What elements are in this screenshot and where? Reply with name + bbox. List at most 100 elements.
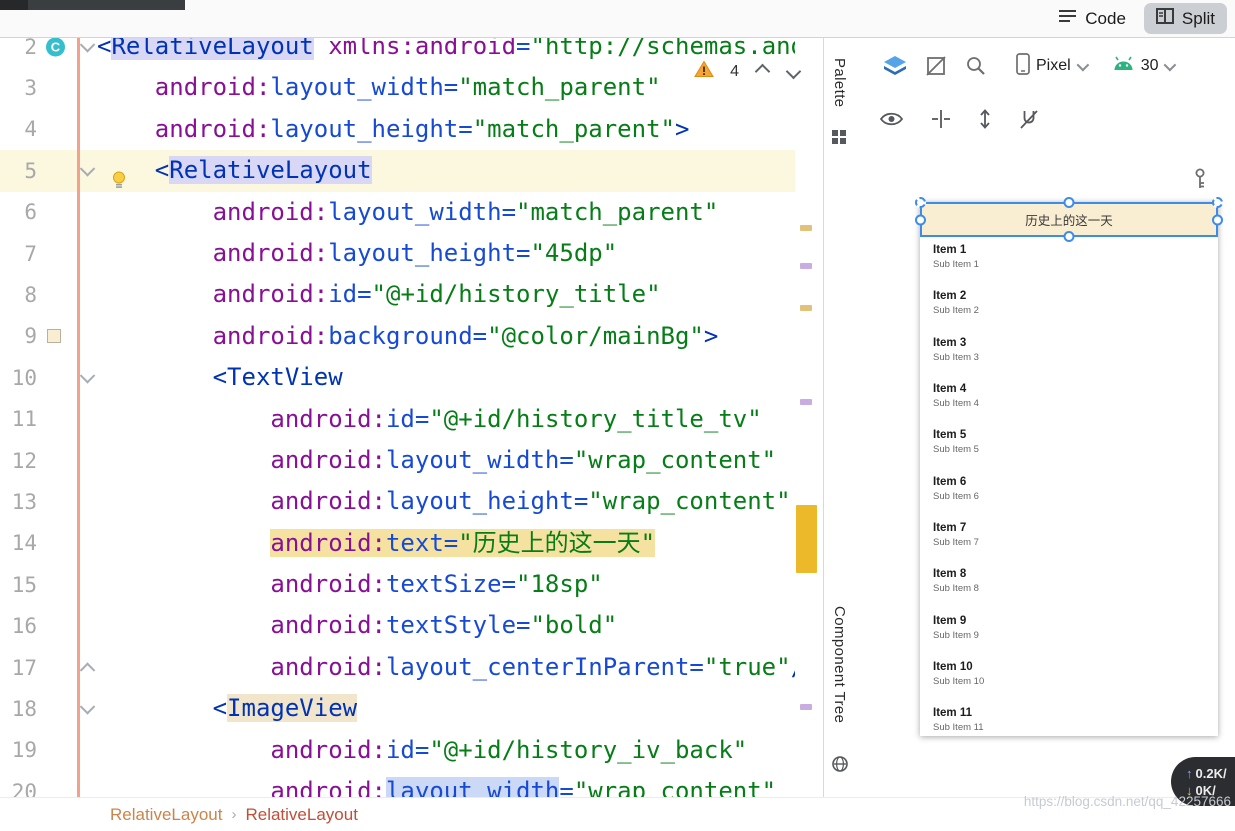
list-item[interactable]: Item 4 Sub Item 4 bbox=[920, 376, 1218, 422]
code-line[interactable]: 14 android:text="历史上的这一天" bbox=[0, 523, 795, 564]
code-token: layout_centerInParent= bbox=[385, 652, 704, 681]
code-line[interactable]: 10 <TextView bbox=[0, 357, 795, 398]
selection-handle[interactable] bbox=[915, 197, 926, 208]
line-number: 17 bbox=[11, 655, 37, 680]
editor-scrollbar[interactable] bbox=[795, 38, 823, 797]
code-token: "@+id/history_iv_back" bbox=[429, 735, 748, 764]
intention-bulb-icon[interactable] bbox=[111, 161, 127, 188]
list-item[interactable]: Item 11 Sub Item 11 bbox=[920, 700, 1218, 736]
line-number: 3 bbox=[24, 76, 37, 101]
window-tab[interactable] bbox=[28, 0, 185, 10]
code-line[interactable]: 17 android:layout_centerInParent="true"/… bbox=[0, 647, 795, 688]
list-item-title: Item 10 bbox=[933, 661, 973, 674]
list-item[interactable]: Item 10 Sub Item 10 bbox=[920, 654, 1218, 700]
height-mode-button[interactable] bbox=[975, 105, 995, 133]
breadcrumb-item[interactable]: RelativeLayout bbox=[110, 805, 222, 825]
code-line[interactable]: 4 android:layout_height="match_parent"> bbox=[0, 109, 795, 150]
code-line[interactable]: 18 <ImageView bbox=[0, 688, 795, 729]
code-token: textSize= bbox=[385, 570, 517, 599]
selection-handle[interactable] bbox=[1063, 231, 1075, 242]
next-issue-button[interactable] bbox=[785, 63, 802, 80]
list-item[interactable]: Item 1 Sub Item 1 bbox=[920, 237, 1218, 283]
device-selector[interactable]: Pixel bbox=[1016, 52, 1089, 80]
line-number: 9 bbox=[24, 324, 37, 349]
code-token: RelativeLayout bbox=[169, 156, 372, 185]
code-token: android: bbox=[270, 528, 386, 557]
align-button[interactable] bbox=[927, 105, 955, 133]
prev-issue-button[interactable] bbox=[754, 63, 771, 80]
list-item-subtitle: Sub Item 9 bbox=[933, 629, 979, 641]
code-token: android: bbox=[270, 611, 386, 640]
code-token: layout_width bbox=[385, 777, 560, 797]
gutter-cell bbox=[37, 357, 97, 398]
code-line[interactable]: 5 <RelativeLayout bbox=[0, 150, 795, 192]
code-line[interactable]: 3 android:layout_width="match_parent" bbox=[0, 67, 795, 108]
list-item-title: Item 2 bbox=[933, 290, 967, 303]
color-preview-swatch[interactable] bbox=[47, 329, 61, 344]
fold-toggle-icon[interactable] bbox=[79, 367, 96, 384]
api-level-selector[interactable]: 30 bbox=[1112, 56, 1177, 76]
component-tree-tab[interactable]: Component Tree bbox=[831, 606, 848, 723]
warning-count: 4 bbox=[730, 62, 739, 80]
code-line[interactable]: 15 android:textSize="18sp" bbox=[0, 564, 795, 605]
gutter-cell bbox=[37, 523, 97, 564]
zoom-button[interactable] bbox=[962, 52, 990, 80]
scrollbar-mark bbox=[800, 305, 812, 311]
scrollbar-mark bbox=[800, 225, 812, 231]
list-item[interactable]: Item 3 Sub Item 3 bbox=[920, 330, 1218, 376]
code-line[interactable]: 11 android:id="@+id/history_title_tv" bbox=[0, 399, 795, 440]
code-line[interactable]: 16 android:textStyle="bold" bbox=[0, 605, 795, 646]
gutter-cell bbox=[37, 274, 97, 315]
fold-toggle-icon[interactable] bbox=[79, 38, 96, 53]
selection-handle[interactable] bbox=[1212, 197, 1223, 208]
split-view-button[interactable]: Split bbox=[1143, 3, 1227, 34]
editor-pane[interactable]: 2 C <RelativeLayout xmlns:android="http://… bbox=[0, 38, 823, 797]
list-item[interactable]: Item 9 Sub Item 9 bbox=[920, 608, 1218, 654]
component-tree-icon[interactable] bbox=[832, 756, 848, 777]
code-token: "@+id/history_title_tv" bbox=[429, 404, 762, 433]
list-item[interactable]: Item 7 Sub Item 7 bbox=[920, 515, 1218, 561]
key-icon[interactable] bbox=[1193, 168, 1207, 194]
code-text: android:textSize="18sp" bbox=[97, 564, 602, 605]
list-item[interactable]: Item 8 Sub Item 8 bbox=[920, 561, 1218, 607]
palette-tab[interactable]: Palette bbox=[831, 58, 848, 108]
fold-toggle-icon[interactable] bbox=[79, 661, 96, 678]
code-line[interactable]: 7 android:layout_height="45dp" bbox=[0, 233, 795, 274]
selection-handle[interactable] bbox=[1063, 197, 1075, 208]
palette-icon[interactable] bbox=[832, 130, 847, 150]
selection-handle[interactable] bbox=[915, 214, 926, 225]
code-text: android:layout_height="45dp" bbox=[97, 233, 618, 274]
preview-titlebar[interactable]: 历史上的这一天 bbox=[915, 197, 1223, 242]
fold-toggle-icon[interactable] bbox=[79, 698, 96, 715]
code-line[interactable]: 6 android:layout_width="match_parent" bbox=[0, 192, 795, 233]
list-item[interactable]: Item 2 Sub Item 2 bbox=[920, 283, 1218, 329]
code-line[interactable]: 12 android:layout_width="wrap_content" bbox=[0, 440, 795, 481]
chevron-down-icon bbox=[1076, 58, 1089, 71]
selection-handle[interactable] bbox=[1212, 214, 1223, 225]
breadcrumb-item[interactable]: RelativeLayout bbox=[245, 805, 357, 825]
fold-toggle-icon[interactable] bbox=[79, 160, 96, 177]
code-line[interactable]: 9 android:background="@color/mainBg"> bbox=[0, 316, 795, 357]
code-line[interactable]: 13 android:layout_height="wrap_content" bbox=[0, 481, 795, 522]
code-line[interactable]: 2 C <RelativeLayout xmlns:android="http://… bbox=[0, 38, 795, 67]
autoconnect-off-button[interactable] bbox=[1015, 105, 1043, 133]
code-view-button[interactable]: Code bbox=[1046, 3, 1138, 34]
code-line[interactable]: 8 android:id="@+id/history_title" bbox=[0, 274, 795, 315]
code-line[interactable]: 19 android:id="@+id/history_iv_back" bbox=[0, 730, 795, 771]
tool-window-stripe: Palette Component Tree bbox=[824, 38, 856, 797]
view-options-button[interactable] bbox=[876, 107, 907, 131]
design-surface-button[interactable] bbox=[880, 52, 910, 80]
line-number: 11 bbox=[11, 407, 37, 432]
blueprint-off-button[interactable] bbox=[922, 52, 950, 80]
code-text: <ImageView bbox=[97, 688, 358, 729]
design-toolbar-area: Pixel 30 历史上的这一天 Item 1 Sub Item 1 Item … bbox=[856, 38, 1235, 797]
design-canvas[interactable]: 历史上的这一天 Item 1 Sub Item 1 Item 2 Sub Item 2… bbox=[856, 144, 1235, 797]
code-line[interactable]: 20 android:layout_width="wrap_content" bbox=[0, 771, 795, 797]
window-tab[interactable] bbox=[0, 0, 28, 10]
list-item[interactable]: Item 6 Sub Item 6 bbox=[920, 469, 1218, 515]
android-icon bbox=[1112, 56, 1135, 76]
list-item[interactable]: Item 5 Sub Item 5 bbox=[920, 422, 1218, 468]
design-toolbar-row1: Pixel 30 bbox=[856, 38, 1235, 94]
code-token: "@+id/history_title" bbox=[371, 280, 661, 309]
